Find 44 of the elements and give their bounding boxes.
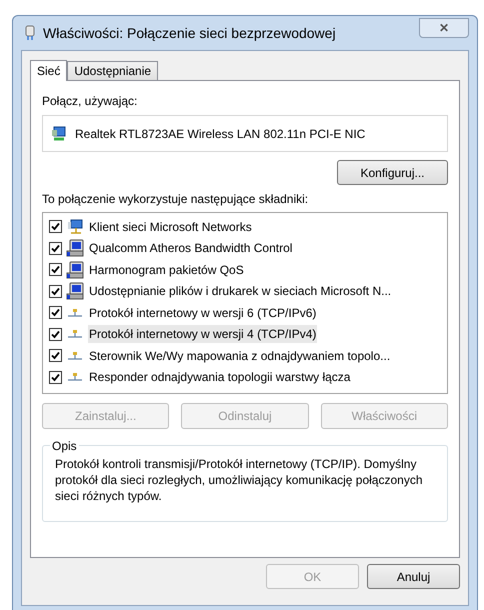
button[interactable]: Konfiguruj... (337, 160, 448, 185)
network-adapter-icon (25, 25, 35, 41)
connect-using-label: Połącz, używając: (42, 93, 138, 110)
button[interactable]: Anuluj (367, 564, 460, 589)
computer-icon (66, 260, 84, 279)
check-icon (51, 244, 60, 253)
check-icon (51, 308, 60, 318)
protocol-icon (67, 329, 83, 340)
list-item[interactable]: Harmonogram pakietów QoS (88, 260, 245, 279)
check-icon (51, 265, 60, 274)
checkbox[interactable] (49, 370, 62, 384)
check-icon (51, 222, 60, 232)
checkbox[interactable] (49, 263, 62, 276)
window-title: Właściwości: Połączenie sieci bezprzewodowej (43, 24, 337, 43)
tab[interactable]: Udostępnianie (67, 61, 158, 80)
list-item[interactable]: Protokół internetowy w wersji 4 (TCP/IPv4) (88, 325, 318, 344)
list-item[interactable]: Klient sieci Microsoft Networks (88, 218, 253, 236)
list-item[interactable]: Protokół internetowy w wersji 6 (TCP/IPv6) (88, 304, 318, 322)
checkbox[interactable] (49, 349, 62, 362)
list-item[interactable]: Sterownik We/Wy mapowania z odnajdywaniem topolo... (88, 346, 392, 365)
protocol-icon (67, 372, 83, 382)
checkbox[interactable] (49, 284, 62, 298)
tab[interactable]: Sieć (30, 60, 68, 81)
components-label: To połączenie wykorzystuje następujące składniki: (42, 191, 310, 208)
list-item[interactable]: Qualcomm Atheros Bandwidth Control (88, 239, 294, 258)
computer-icon (66, 239, 84, 258)
list-item[interactable]: Responder odnajdywania topologii warstwy łącza (88, 368, 352, 386)
description-text: Protokół kontroli transmisji/Protokół internetowy (TCP/IP). Domyślny protokół dla sieci rozległych, umożliwiający komunikację połączonych sieci różnych typów. (55, 456, 424, 504)
adapter-name: Realtek RTL8723AE Wireless LAN 802.11n PCI-E NIC (75, 126, 366, 142)
protocol-icon (67, 308, 83, 318)
check-icon (51, 372, 60, 382)
checkbox[interactable] (49, 306, 62, 320)
network-adapter-icon (51, 126, 67, 142)
check-icon (51, 286, 60, 296)
computer-icon (66, 282, 84, 300)
close-button[interactable]: ✕ (419, 18, 469, 38)
checkbox[interactable] (49, 220, 62, 234)
list-item[interactable]: Udostępnianie plików i drukarek w sieciach Microsoft N... (88, 282, 392, 300)
checkbox[interactable] (49, 242, 62, 255)
check-icon (51, 351, 60, 360)
protocol-icon (67, 350, 83, 361)
check-icon (51, 330, 60, 339)
network-client-icon (67, 218, 83, 235)
checkbox[interactable] (49, 328, 62, 341)
